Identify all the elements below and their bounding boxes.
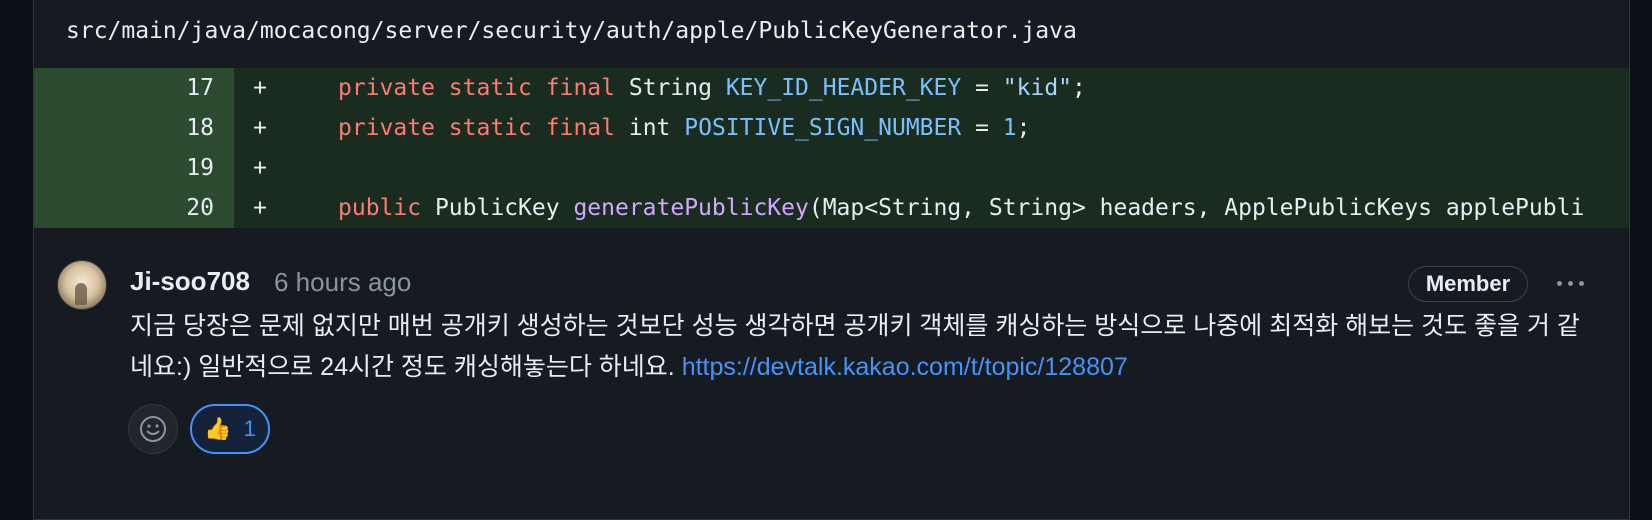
thumbs-up-reaction-button[interactable]: 👍 1 bbox=[190, 404, 270, 454]
line-number[interactable]: 18 bbox=[34, 108, 234, 148]
review-comment: Ji-soo708 6 hours ago Member 지금 당장은 문제 없… bbox=[34, 228, 1629, 519]
smiley-icon bbox=[140, 416, 166, 442]
diff-comment-panel: src/main/java/mocacong/server/security/a… bbox=[33, 0, 1630, 520]
diff-sign: + bbox=[253, 195, 267, 221]
diff-sign: + bbox=[253, 155, 267, 181]
reaction-count: 1 bbox=[243, 416, 256, 441]
comment-author[interactable]: Ji-soo708 bbox=[130, 266, 250, 297]
line-number[interactable]: 17 bbox=[34, 68, 234, 108]
line-number[interactable]: 20 bbox=[34, 188, 234, 228]
code-line: private static final int POSITIVE_SIGN_N… bbox=[338, 115, 1031, 141]
code-line: private static final String KEY_ID_HEADE… bbox=[338, 75, 1086, 101]
add-reaction-button[interactable] bbox=[128, 404, 178, 454]
diff-line-18: 18 + private static final int POSITIVE_S… bbox=[34, 108, 1629, 148]
file-path[interactable]: src/main/java/mocacong/server/security/a… bbox=[66, 18, 1077, 44]
comment-body: 지금 당장은 문제 없지만 매번 공개키 생성하는 것보단 성능 생각하면 공개… bbox=[130, 306, 1600, 388]
diff-sign: + bbox=[253, 75, 267, 101]
code-line: public PublicKey generatePublicKey(Map<S… bbox=[338, 195, 1585, 221]
avatar[interactable] bbox=[57, 260, 107, 310]
diff-view: 17 + private static final String KEY_ID_… bbox=[34, 68, 1629, 229]
thumbs-up-icon: 👍 bbox=[204, 416, 232, 441]
diff-line-20: 20 + public PublicKey generatePublicKey(… bbox=[34, 188, 1629, 228]
member-badge: Member bbox=[1408, 266, 1528, 302]
line-number[interactable]: 19 bbox=[34, 148, 234, 188]
diff-line-17: 17 + private static final String KEY_ID_… bbox=[34, 68, 1629, 108]
diff-sign: + bbox=[253, 115, 267, 141]
comment-link[interactable]: https://devtalk.kakao.com/t/topic/128807 bbox=[682, 353, 1128, 381]
diff-line-19: 19 + bbox=[34, 148, 1629, 188]
file-header: src/main/java/mocacong/server/security/a… bbox=[34, 0, 1629, 69]
more-options-icon[interactable] bbox=[1548, 268, 1592, 298]
comment-timestamp[interactable]: 6 hours ago bbox=[274, 267, 411, 298]
